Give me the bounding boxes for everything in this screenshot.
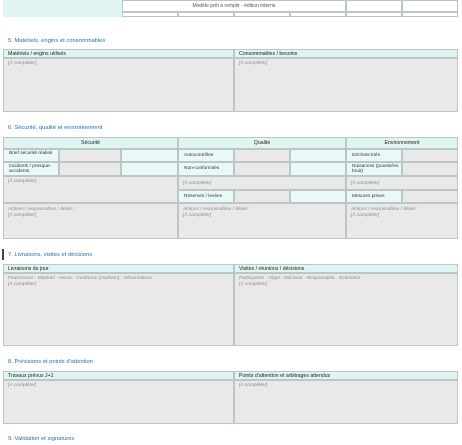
sec6-ph-securite: [À compléter] <box>8 179 37 184</box>
sec5-col-right: Consommables / besoins <box>239 51 298 57</box>
sec5-header-left: Matériels / engins utilisés <box>3 49 234 58</box>
sec7-placeholder-right: [À compléter] <box>239 281 268 287</box>
sec8-header-left: Travaux prévus J+1 <box>3 371 234 380</box>
sec6-header-qualite: Qualité <box>178 137 346 149</box>
sec6-autocontroles-label-cell: Autocontrôles <box>178 149 234 162</box>
sec6-actions-label-qualite: Actions / responsables / délais : <box>183 207 251 212</box>
sec6-h-qualite: Qualité <box>253 140 271 146</box>
sec6-autocontroles-extra[interactable] <box>290 149 346 162</box>
sec6-mesures-value[interactable] <box>402 190 458 203</box>
section-7-title: 7. Livraisons, visites et décisions <box>8 252 93 258</box>
section-5-title: 5. Matériels, engins et consommables <box>8 38 106 44</box>
sec6-securite-notes[interactable]: [À compléter] <box>3 176 178 203</box>
top-cell-row2-c <box>234 12 290 17</box>
sec6-actions-label-securite: Actions / responsables / délais : <box>8 207 76 212</box>
sec6-nuisances-label-cell: Nuisances (poussière, bruit) <box>346 162 402 176</box>
section-6-title: 6. Sécurité, qualité et environnement <box>8 125 103 131</box>
top-cell-row2-e <box>346 12 402 17</box>
sec6-ph-qualite: [À compléter] <box>183 181 212 186</box>
model-cell: Modèle prêt à remplir - édition interne <box>122 0 346 12</box>
sec6-qualite-notes[interactable]: [À compléter] <box>178 176 346 190</box>
section-9-title: 9. Validation et signatures <box>8 436 75 442</box>
sec8-field-right[interactable]: [À compléter] <box>234 380 458 424</box>
sec6-brief-value[interactable] <box>59 149 121 162</box>
sec6-nuisances-value[interactable] <box>402 162 458 176</box>
section-8-title: 8. Prévisions et points d'attention <box>8 359 93 365</box>
sec6-ph-env: [À compléter] <box>351 181 380 186</box>
sec6-nonconf-value[interactable] <box>234 162 290 176</box>
sec6-h-securite: Sécurité <box>80 140 101 146</box>
sec7-field-left[interactable]: Fournisseur - Matériel - Heure - Conform… <box>3 273 234 346</box>
sec7-placeholder-left: [À compléter] <box>8 281 37 287</box>
sec6-nonconf-extra[interactable] <box>290 162 346 176</box>
sec6-actions-securite[interactable]: Actions / responsables / délais : [À com… <box>3 203 178 239</box>
top-cell-row2-b <box>178 12 234 17</box>
sec6-autocontroles-value[interactable] <box>234 149 290 162</box>
sec6-mesures-label-cell: Mesures prises <box>346 190 402 203</box>
sec6-brief-label: Brief sécurité réalisé <box>9 151 53 156</box>
sec6-incidents-value[interactable] <box>59 162 121 176</box>
sec5-field-right[interactable]: [À compléter] <box>234 58 458 112</box>
sec6-dechets-label-cell: Déchets triés <box>346 149 402 162</box>
top-cell-a <box>346 0 402 12</box>
sec6-autocontroles-label: Autocontrôles <box>184 153 214 158</box>
top-left-cell <box>3 0 122 17</box>
sec6-incidents-extra[interactable] <box>121 162 178 176</box>
sec6-header-securite: Sécurité <box>3 137 178 149</box>
sec8-field-left[interactable]: [À compléter] <box>3 380 234 424</box>
sec6-nonconf-label-cell: Non-conformités <box>178 162 234 176</box>
top-cell-row2-f <box>402 12 458 17</box>
sec6-mesures-label: Mesures prises <box>352 194 385 199</box>
sec5-placeholder-left: [À compléter] <box>8 61 37 66</box>
sec6-ph-actions-qualite: [À compléter] <box>183 212 212 218</box>
sec6-nonconf-label: Non-conformités <box>184 166 220 171</box>
sec6-dechets-label: Déchets triés <box>352 153 380 158</box>
sec6-header-env: Environnement <box>346 137 458 149</box>
sec6-reserves-label-cell: Réserves / levées <box>178 190 234 203</box>
sec6-brief-extra[interactable] <box>121 149 178 162</box>
sec6-reserves-extra[interactable] <box>290 190 346 203</box>
sec5-col-left: Matériels / engins utilisés <box>8 51 66 57</box>
left-edge-marker <box>2 249 4 260</box>
sec7-col-left: Livraisons du jour <box>8 266 49 272</box>
sec6-incidents-label: Incidents / presque-accidents <box>9 164 52 175</box>
sec6-reserves-value[interactable] <box>234 190 290 203</box>
sec5-placeholder-right: [À compléter] <box>239 61 268 66</box>
sec8-col-left: Travaux prévus J+1 <box>8 373 54 379</box>
sec5-field-left[interactable]: [À compléter] <box>3 58 234 112</box>
sec6-actions-label-env: Actions / responsables / délais : <box>351 207 419 212</box>
sec7-col-right: Visites / réunions / décisions <box>239 266 305 272</box>
sec8-placeholder-left: [À compléter] <box>8 383 37 388</box>
sec6-ph-actions-env: [À compléter] <box>351 212 380 218</box>
sec7-hint-left: Fournisseur - Matériel - Heure - Conform… <box>8 276 152 281</box>
sec7-header-right: Visites / réunions / décisions <box>234 264 458 273</box>
sec6-brief-label-cell: Brief sécurité réalisé <box>3 149 59 162</box>
model-text: Modèle prêt à remplir - édition interne <box>192 3 276 9</box>
top-cell-row2-d <box>290 12 346 17</box>
top-cell-row2-a <box>122 12 178 17</box>
sec7-hint-right: Participants - Objet - Décision - Respon… <box>239 276 361 281</box>
sec6-ph-actions-securite: [À compléter] <box>8 212 37 218</box>
sec6-actions-qualite[interactable]: Actions / responsables / délais : [À com… <box>178 203 346 239</box>
sec7-header-left: Livraisons du jour <box>3 264 234 273</box>
sec6-h-env: Environnement <box>384 140 420 146</box>
sec8-header-right: Points d'attention et arbitrages attendu… <box>234 371 458 380</box>
top-cell-b <box>402 0 458 12</box>
sec8-col-right: Points d'attention et arbitrages attendu… <box>239 373 331 379</box>
sec6-actions-env[interactable]: Actions / responsables / délais : [À com… <box>346 203 458 239</box>
sec6-dechets-value[interactable] <box>402 149 458 162</box>
sec6-env-notes[interactable]: [À compléter] <box>346 176 458 190</box>
sec6-nuisances-label: Nuisances (poussière, bruit) <box>352 164 400 175</box>
sec7-field-right[interactable]: Participants - Objet - Décision - Respon… <box>234 273 458 346</box>
sec8-placeholder-right: [À compléter] <box>239 383 268 388</box>
sec6-reserves-label: Réserves / levées <box>184 194 223 199</box>
sec5-header-right: Consommables / besoins <box>234 49 458 58</box>
sec6-incidents-label-cell: Incidents / presque-accidents <box>3 162 59 176</box>
